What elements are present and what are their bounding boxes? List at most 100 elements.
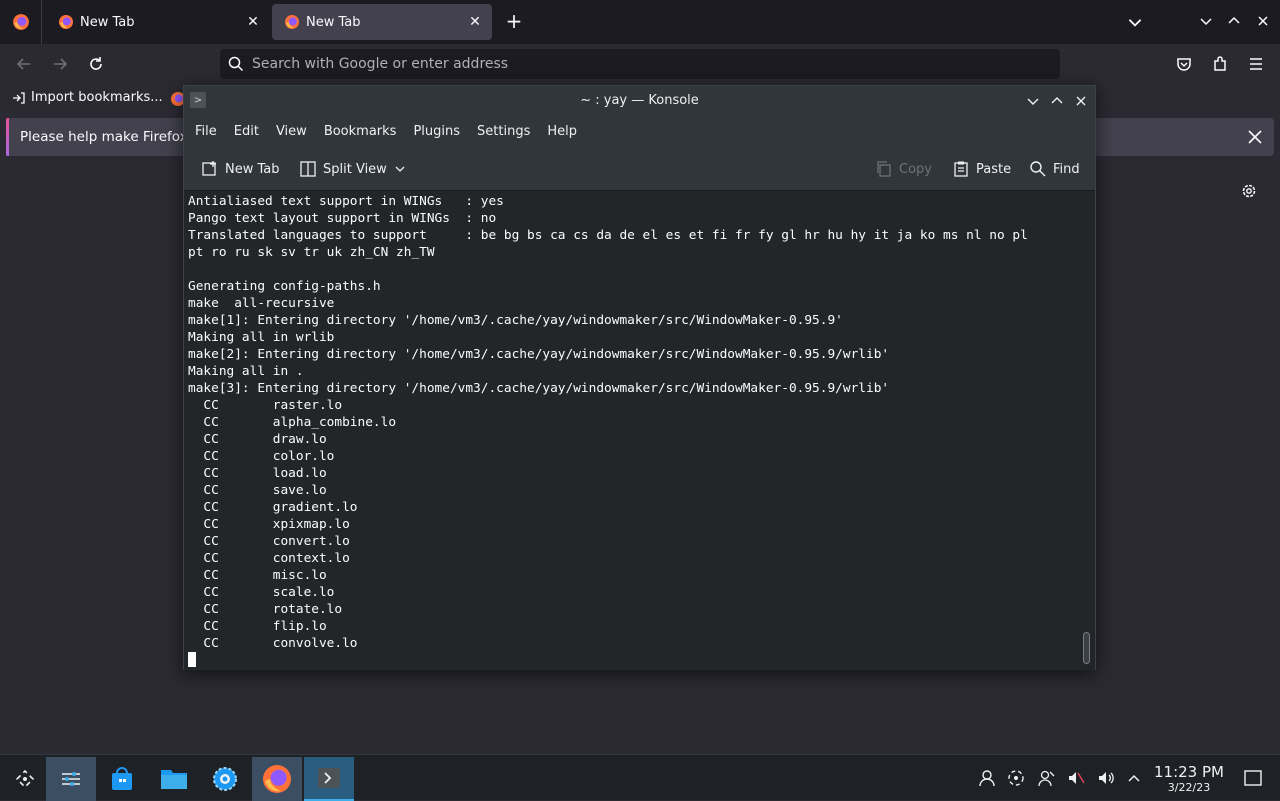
terminal-line: CC alpha_combine.lo <box>188 415 397 430</box>
clock-date: 3/22/23 <box>1167 781 1211 794</box>
find-button[interactable]: Find <box>1029 159 1080 179</box>
chevron-down-icon <box>395 166 405 172</box>
forward-icon[interactable] <box>50 54 70 74</box>
clock-time: 11:23 PM <box>1154 763 1224 781</box>
show-desktop-icon[interactable] <box>1243 768 1263 788</box>
close-tab-icon[interactable]: ✕ <box>466 13 484 31</box>
tab-new-tab-2[interactable]: New Tab ✕ <box>272 4 492 40</box>
split-view-button[interactable]: Split View <box>299 159 413 179</box>
back-icon[interactable] <box>14 54 34 74</box>
menu-edit[interactable]: Edit <box>227 124 266 139</box>
terminal-line: CC load.lo <box>188 466 327 481</box>
import-bookmarks-label: Import bookmarks... <box>31 90 163 105</box>
terminal-line: CC draw.lo <box>188 432 327 447</box>
import-bookmarks-button[interactable]: Import bookmarks... <box>12 90 163 105</box>
terminal-cursor <box>188 652 196 667</box>
terminal-line: CC flip.lo <box>188 619 327 634</box>
copy-icon <box>877 161 891 177</box>
terminal-line: Making all in wrlib <box>188 330 335 345</box>
close-icon[interactable] <box>1246 128 1264 146</box>
menu-file[interactable]: File <box>188 124 224 139</box>
url-bar[interactable]: Search with Google or enter address <box>220 49 1060 79</box>
terminal-line: CC gradient.lo <box>188 500 358 515</box>
terminal-line: CC xpixmap.lo <box>188 517 350 532</box>
maximize-window-icon[interactable] <box>1226 13 1242 29</box>
taskbar-firefox[interactable] <box>252 757 302 801</box>
volume-icon[interactable] <box>1096 768 1116 788</box>
extensions-icon[interactable] <box>1210 54 1230 74</box>
close-window-icon[interactable] <box>1255 13 1271 29</box>
gear-icon[interactable] <box>1240 182 1258 200</box>
terminal-line: Pango text layout support in WINGs : no <box>188 211 497 226</box>
plasma-taskbar: 11:23 PM 3/22/23 <box>0 754 1280 801</box>
menu-bookmarks[interactable]: Bookmarks <box>317 124 404 139</box>
menu-view[interactable]: View <box>269 124 314 139</box>
maximize-window-icon[interactable] <box>1049 93 1065 109</box>
tab-label: New Tab <box>306 14 361 30</box>
terminal-scrollbar[interactable] <box>1081 194 1093 668</box>
new-tab-button[interactable]: New Tab <box>201 159 280 179</box>
firefox-tab-bar: New Tab ✕ New Tab ✕ + <box>0 0 1280 44</box>
tab-new-tab-1[interactable]: New Tab ✕ <box>46 4 270 40</box>
taskbar-dolphin[interactable] <box>149 757 199 801</box>
application-launcher[interactable] <box>0 757 50 801</box>
firefox-icon <box>59 15 73 29</box>
terminal-line: Generating config-paths.h <box>188 279 381 294</box>
reload-icon[interactable] <box>86 54 106 74</box>
list-all-tabs-icon[interactable] <box>1126 13 1144 31</box>
notification-accent <box>6 118 9 156</box>
terminal-line: make[3]: Entering directory '/home/vm3/.… <box>188 381 890 396</box>
taskbar-discover[interactable] <box>97 757 147 801</box>
user-account-icon[interactable] <box>977 768 997 788</box>
menu-settings[interactable]: Settings <box>470 124 537 139</box>
copy-label: Copy <box>899 161 932 177</box>
terminal-line: CC scale.lo <box>188 585 335 600</box>
window-title: ~ : yay — Konsole <box>580 93 699 108</box>
audio-muted-icon[interactable] <box>1066 768 1086 788</box>
terminal-line: Making all in . <box>188 364 304 379</box>
new-tab-icon <box>202 161 216 176</box>
firefox-view-button[interactable] <box>0 0 42 44</box>
taskbar-konsole[interactable] <box>304 757 354 801</box>
menu-help[interactable]: Help <box>540 124 584 139</box>
terminal-line: CC save.lo <box>188 483 327 498</box>
pocket-icon[interactable] <box>1174 54 1194 74</box>
terminal-line: Translated languages to support : be bg … <box>188 228 1028 243</box>
firefox-icon <box>285 15 299 29</box>
terminal-line: CC convolve.lo <box>188 636 358 651</box>
terminal-line: CC misc.lo <box>188 568 327 583</box>
url-bar-placeholder: Search with Google or enter address <box>252 56 509 72</box>
paste-label: Paste <box>976 161 1012 177</box>
close-window-icon[interactable] <box>1073 93 1089 109</box>
paste-icon <box>954 161 968 177</box>
taskbar-system-settings[interactable] <box>200 757 250 801</box>
split-view-icon <box>300 161 316 177</box>
dolphin-folder-icon <box>161 770 187 789</box>
minimize-window-icon[interactable] <box>1198 13 1214 29</box>
discover-store-icon <box>112 767 132 790</box>
menu-plugins[interactable]: Plugins <box>406 124 467 139</box>
minimize-window-icon[interactable] <box>1025 93 1041 109</box>
terminal-text: Antialiased text support in WINGs : yes P… <box>188 193 1028 652</box>
konsole-toolbar: New Tab Split View Copy Paste Find <box>184 146 1095 191</box>
scrollbar-thumb[interactable] <box>1083 632 1090 664</box>
konsole-menubar: File Edit View Bookmarks Plugins Setting… <box>184 116 1095 146</box>
new-tab-button[interactable]: + <box>503 11 525 33</box>
user-switch-icon[interactable] <box>1037 768 1057 788</box>
konsole-titlebar[interactable]: > ~ : yay — Konsole <box>184 86 1095 116</box>
virtual-desktop-pager[interactable] <box>46 757 96 801</box>
copy-button[interactable]: Copy <box>875 159 932 179</box>
close-tab-icon[interactable]: ✕ <box>244 13 262 31</box>
app-menu-icon[interactable] <box>1246 54 1266 74</box>
kde-connect-icon[interactable] <box>1006 768 1026 788</box>
paste-button[interactable]: Paste <box>952 159 1011 179</box>
digital-clock[interactable]: 11:23 PM 3/22/23 <box>1150 763 1228 795</box>
terminal-line: make[1]: Entering directory '/home/vm3/.… <box>188 313 843 328</box>
find-label: Find <box>1053 161 1080 177</box>
show-hidden-icons-icon[interactable] <box>1124 768 1144 788</box>
tab-label: New Tab <box>80 14 135 30</box>
search-icon <box>1030 161 1046 177</box>
terminal-output[interactable]: Antialiased text support in WINGs : yes P… <box>184 192 1095 670</box>
terminal-line: CC convert.lo <box>188 534 350 549</box>
split-view-label: Split View <box>323 161 387 177</box>
